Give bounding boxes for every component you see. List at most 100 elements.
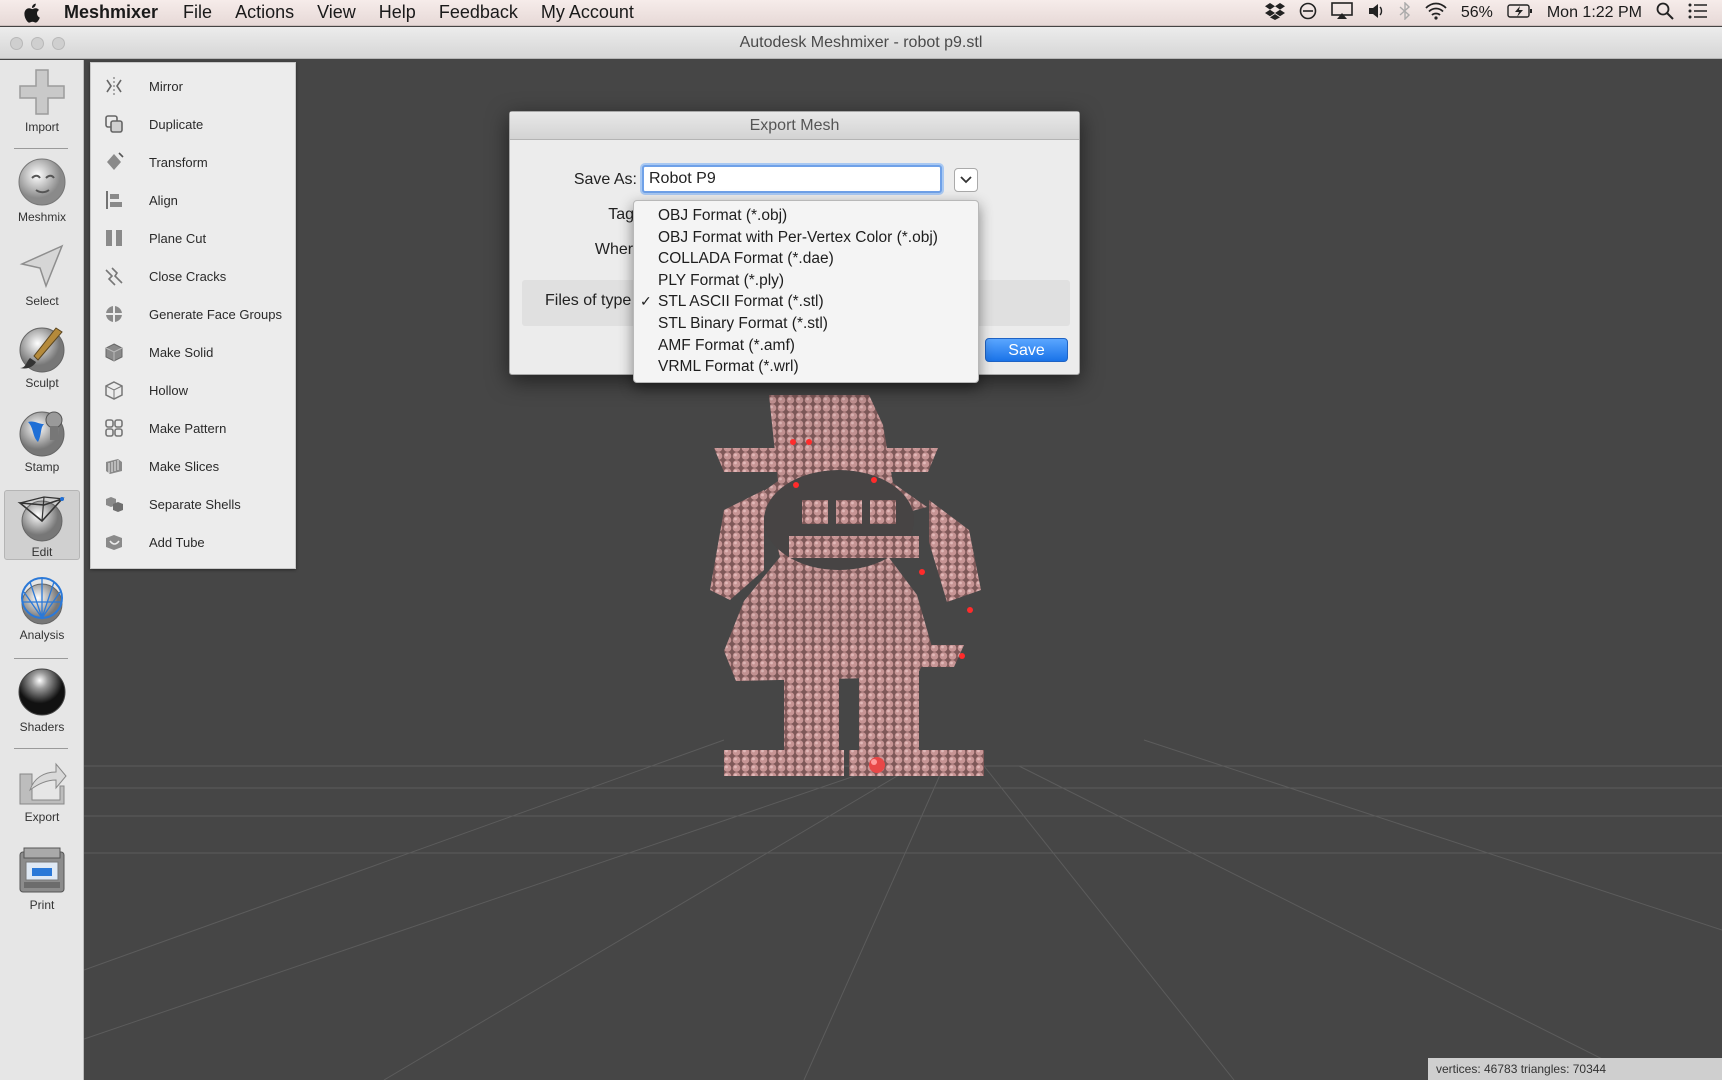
pattern-icon	[103, 417, 125, 439]
apple-icon[interactable]	[24, 3, 48, 23]
toolbar-separator	[14, 148, 68, 149]
toolbar-meshmix[interactable]: Meshmix	[0, 156, 84, 224]
edit-item-label: Transform	[149, 154, 208, 170]
file-format-dropdown[interactable]: OBJ Format (*.obj) OBJ Format with Per-V…	[633, 200, 979, 383]
menu-help[interactable]: Help	[379, 2, 416, 23]
save-button[interactable]: Save	[985, 338, 1068, 362]
toolbar-edit[interactable]: Edit	[4, 490, 80, 560]
meshmix-head-icon	[18, 158, 66, 206]
wifi-icon[interactable]	[1425, 2, 1447, 25]
edit-item-label: Add Tube	[149, 534, 205, 550]
sync-icon[interactable]	[1299, 2, 1317, 25]
format-option-vrml[interactable]: VRML Format (*.wrl)	[634, 356, 978, 378]
toolbar-sculpt-label: Sculpt	[25, 376, 59, 390]
edit-tools-panel: Mirror Duplicate Transform Align Plane C…	[90, 62, 296, 569]
main-toolbar: Import Meshmix Select Sculpt Stamp Edit …	[0, 60, 84, 1080]
toolbar-select[interactable]: Select	[0, 240, 84, 308]
format-option-label: VRML Format (*.wrl)	[658, 358, 799, 376]
volume-icon[interactable]	[1367, 2, 1385, 25]
edit-item-label: Duplicate	[149, 116, 204, 132]
edit-item-label: Align	[149, 192, 178, 208]
edit-item-label: Plane Cut	[149, 230, 207, 246]
toolbar-edit-label: Edit	[31, 545, 53, 559]
edit-item-generate-face-groups[interactable]: Generate Face Groups	[91, 296, 297, 332]
make-solid-icon	[103, 341, 125, 363]
close-window-button[interactable]	[10, 37, 23, 50]
zoom-window-button[interactable]	[52, 37, 65, 50]
notification-center-icon[interactable]	[1688, 3, 1708, 24]
format-option-stl-binary[interactable]: STL Binary Format (*.stl)	[634, 313, 978, 335]
edit-item-make-solid[interactable]: Make Solid	[91, 334, 297, 370]
format-option-obj[interactable]: OBJ Format (*.obj)	[634, 205, 978, 227]
dialog-title: Export Mesh	[510, 112, 1079, 140]
menubar-status-area: 56% Mon 1:22 PM	[1264, 0, 1722, 26]
clock[interactable]: Mon 1:22 PM	[1547, 4, 1642, 22]
battery-percent: 56%	[1460, 4, 1493, 21]
edit-item-align[interactable]: Align	[91, 182, 297, 218]
plane-cut-icon	[103, 227, 125, 249]
window-titlebar: Autodesk Meshmixer - robot p9.stl	[0, 27, 1722, 59]
separate-shells-icon	[103, 493, 125, 515]
edit-item-duplicate[interactable]: Duplicate	[91, 106, 297, 142]
toolbar-export-label: Export	[24, 810, 60, 824]
toolbar-stamp[interactable]: Stamp	[0, 406, 84, 474]
minimize-window-button[interactable]	[31, 37, 44, 50]
toolbar-sculpt[interactable]: Sculpt	[0, 322, 84, 390]
format-option-collada[interactable]: COLLADA Format (*.dae)	[634, 248, 978, 270]
files-of-type-label: Files of type	[545, 292, 632, 309]
toolbar-print[interactable]: Print	[0, 844, 84, 912]
format-option-label: PLY Format (*.ply)	[658, 271, 785, 289]
expand-dialog-button[interactable]	[954, 168, 978, 192]
edit-item-transform[interactable]: Transform	[91, 144, 297, 180]
window-title: Autodesk Meshmixer - robot p9.stl	[739, 34, 983, 51]
slices-icon	[103, 455, 125, 477]
format-option-stl-ascii[interactable]: ✓ STL ASCII Format (*.stl)	[634, 291, 978, 313]
arrow-cursor-icon	[19, 244, 64, 289]
edit-item-plane-cut[interactable]: Plane Cut	[91, 220, 297, 256]
edit-item-make-slices[interactable]: Make Slices	[91, 448, 297, 484]
format-option-ply[interactable]: PLY Format (*.ply)	[634, 270, 978, 292]
add-tube-icon	[103, 531, 125, 553]
mesh-info-bar: vertices: 46783 triangles: 70344	[1428, 1058, 1722, 1080]
edit-item-add-tube[interactable]: Add Tube	[91, 524, 297, 560]
edit-item-make-pattern[interactable]: Make Pattern	[91, 410, 297, 446]
save-as-input[interactable]: Robot P9	[642, 165, 942, 193]
menu-my-account[interactable]: My Account	[541, 2, 634, 23]
tags-label: Tags	[608, 206, 642, 223]
edit-item-label: Close Cracks	[149, 268, 227, 284]
menu-app-name[interactable]: Meshmixer	[64, 2, 158, 23]
edit-item-label: Separate Shells	[149, 496, 241, 512]
toolbar-shaders[interactable]: Shaders	[0, 666, 84, 734]
battery-icon[interactable]	[1507, 3, 1533, 24]
edit-item-hollow[interactable]: Hollow	[91, 372, 297, 408]
edit-item-mirror[interactable]: Mirror	[91, 68, 297, 104]
edit-item-separate-shells[interactable]: Separate Shells	[91, 486, 297, 522]
menu-view[interactable]: View	[317, 2, 356, 23]
menu-feedback[interactable]: Feedback	[439, 2, 518, 23]
spotlight-search-icon[interactable]	[1656, 2, 1674, 25]
macos-menubar: Meshmixer File Actions View Help Feedbac…	[0, 0, 1722, 26]
format-option-label: OBJ Format (*.obj)	[658, 207, 788, 224]
bluetooth-icon[interactable]	[1399, 0, 1411, 25]
format-option-label: AMF Format (*.amf)	[658, 336, 795, 354]
format-option-obj-vertex-color[interactable]: OBJ Format with Per-Vertex Color (*.obj)	[634, 227, 978, 249]
toolbar-export[interactable]: Export	[0, 756, 84, 824]
edit-item-close-cracks[interactable]: Close Cracks	[91, 258, 297, 294]
stamp-icon	[19, 411, 65, 457]
edit-item-label: Make Solid	[149, 344, 214, 360]
chevron-down-icon	[960, 176, 972, 184]
brush-icon	[19, 327, 65, 373]
toolbar-import[interactable]: Import	[0, 66, 84, 134]
toolbar-meshmix-label: Meshmix	[17, 210, 66, 224]
ground-grid	[84, 739, 1722, 1080]
printer-icon	[19, 847, 65, 893]
toolbar-analysis[interactable]: Analysis	[0, 574, 84, 642]
format-option-amf[interactable]: AMF Format (*.amf)	[634, 335, 978, 357]
menu-actions[interactable]: Actions	[235, 2, 294, 23]
shader-ball-icon	[18, 668, 66, 716]
airplay-icon[interactable]	[1331, 1, 1353, 25]
toolbar-select-label: Select	[25, 294, 59, 308]
menu-file[interactable]: File	[183, 2, 212, 23]
edit-item-label: Mirror	[149, 78, 183, 94]
dropbox-icon[interactable]	[1264, 2, 1285, 25]
